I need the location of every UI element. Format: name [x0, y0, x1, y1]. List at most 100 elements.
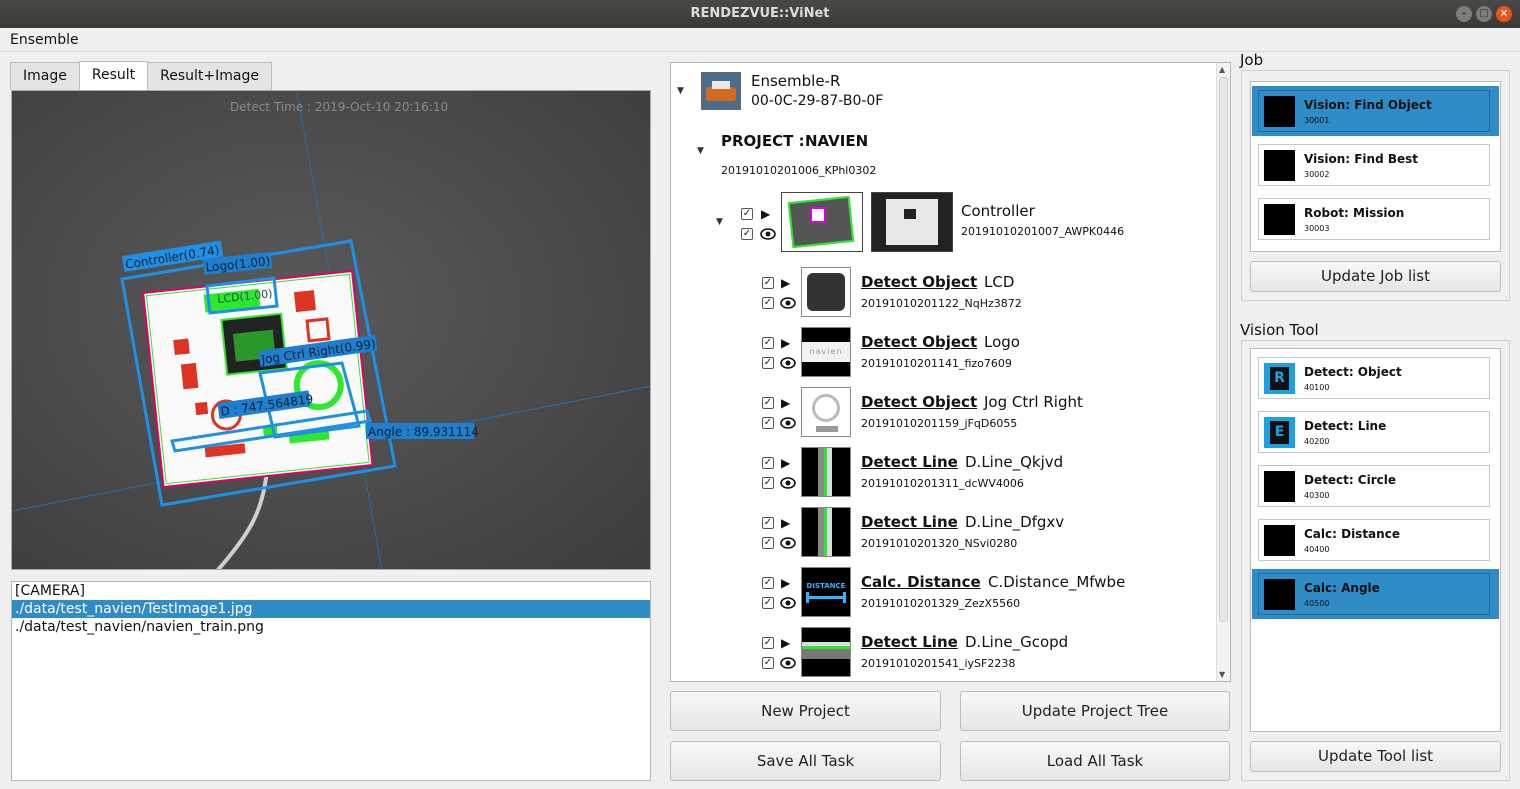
- tool-item[interactable]: R Detect: Object 40100: [1252, 353, 1499, 403]
- task-visible-checkbox[interactable]: ✓: [762, 297, 774, 309]
- tool-card: Calc: Angle 40500: [1258, 573, 1490, 615]
- play-icon[interactable]: ▶: [761, 208, 770, 220]
- task-visible-checkbox[interactable]: ✓: [762, 357, 774, 369]
- scroll-up-icon[interactable]: ▲: [1219, 65, 1225, 74]
- new-project-button[interactable]: New Project: [670, 691, 941, 731]
- collapse-arrow-icon[interactable]: ▼: [677, 86, 684, 96]
- task-visible-checkbox[interactable]: ✓: [762, 417, 774, 429]
- eye-icon[interactable]: [780, 417, 796, 429]
- device-icon: [701, 72, 741, 110]
- collapse-arrow-icon[interactable]: ▼: [716, 217, 723, 227]
- maximize-icon[interactable]: □: [1476, 6, 1492, 22]
- task-checkbox[interactable]: ✓: [762, 337, 774, 349]
- load-all-task-button[interactable]: Load All Task: [960, 741, 1230, 781]
- task-checkbox[interactable]: ✓: [762, 457, 774, 469]
- tool-code: 40300: [1304, 491, 1330, 500]
- task-checkbox[interactable]: ✓: [762, 517, 774, 529]
- task-checkbox[interactable]: ✓: [762, 397, 774, 409]
- eye-icon[interactable]: [760, 228, 776, 240]
- collapse-arrow-icon[interactable]: ▼: [697, 146, 704, 156]
- play-icon[interactable]: ▶: [781, 397, 790, 409]
- job-item[interactable]: Robot: Mission 30003: [1252, 194, 1499, 244]
- job-list[interactable]: Vision: Find Object 30001 Vision: Find B…: [1250, 81, 1501, 252]
- close-icon[interactable]: ×: [1496, 6, 1512, 22]
- job-item[interactable]: Vision: Find Best 30002: [1252, 140, 1499, 190]
- job-item[interactable]: Vision: Find Object 30001: [1252, 86, 1499, 136]
- update-tool-list-button[interactable]: Update Tool list: [1250, 741, 1501, 772]
- task-row[interactable]: ✓ ▶ ✓ Detect Object Jog Ctrl Right 20191…: [671, 387, 1211, 442]
- scroll-down-icon[interactable]: ▼: [1219, 670, 1225, 679]
- tool-card: R Detect: Object 40100: [1258, 357, 1490, 399]
- tool-title: Detect: Circle: [1304, 473, 1397, 487]
- eye-icon[interactable]: [780, 537, 796, 549]
- task-thumbnail: DISTANCE: [801, 567, 851, 617]
- project-tree[interactable]: ▼ Ensemble-R 00-0C-29-87-B0-0F ▼ PROJECT…: [670, 62, 1231, 682]
- task-row[interactable]: ✓ ▶ ✓ Detect Line D.Line_Dfgxv 201910102…: [671, 507, 1211, 562]
- play-icon[interactable]: ▶: [781, 457, 790, 469]
- play-icon[interactable]: ▶: [781, 637, 790, 649]
- logo-thumb-text: navien: [802, 342, 850, 362]
- task-checkbox[interactable]: ✓: [762, 277, 774, 289]
- image-source-list[interactable]: [CAMERA] ./data/test_navien/TestImage1.j…: [11, 581, 651, 781]
- result-image-viewer[interactable]: Controller(0.74) Logo(1.00) LCD(1.00) Jo…: [11, 90, 651, 570]
- task-row[interactable]: ✓ ▶ ✓ Detect Line D.Line_Gcopd 201910102…: [671, 627, 1211, 681]
- play-icon[interactable]: ▶: [781, 337, 790, 349]
- play-icon[interactable]: ▶: [781, 577, 790, 589]
- task-row[interactable]: ✓ ▶ ✓ navien Detect Object Logo 20191010…: [671, 327, 1211, 382]
- vision-tool-list[interactable]: R Detect: Object 40100 E Detect: Line 40…: [1250, 348, 1501, 732]
- eye-icon[interactable]: [780, 657, 796, 669]
- task-visible-checkbox[interactable]: ✓: [762, 657, 774, 669]
- controller-checkbox[interactable]: ✓: [741, 208, 753, 220]
- eye-icon[interactable]: [780, 357, 796, 369]
- update-project-tree-button[interactable]: Update Project Tree: [960, 691, 1230, 731]
- scroll-thumb[interactable]: [1219, 77, 1228, 622]
- task-row[interactable]: ✓ ▶ ✓ DISTANCE Calc. Distance C.Distance…: [671, 567, 1211, 622]
- tool-card: E Detect: Line 40200: [1258, 411, 1490, 453]
- eye-icon[interactable]: [780, 477, 796, 489]
- eye-icon[interactable]: [780, 297, 796, 309]
- save-all-task-button[interactable]: Save All Task: [670, 741, 941, 781]
- tab-image[interactable]: Image: [10, 62, 80, 90]
- tool-title: Calc: Angle: [1304, 581, 1380, 595]
- list-item[interactable]: [CAMERA]: [12, 582, 650, 600]
- menu-ensemble[interactable]: Ensemble: [10, 32, 79, 48]
- task-row[interactable]: ✓ ▶ ✓ Detect Object LCD 20191010201122_N…: [671, 267, 1211, 322]
- task-type: Detect Object: [861, 393, 978, 411]
- job-icon: [1264, 96, 1295, 127]
- task-checkbox[interactable]: ✓: [762, 637, 774, 649]
- task-visible-checkbox[interactable]: ✓: [762, 597, 774, 609]
- task-thumbnail: [801, 267, 851, 317]
- tool-item[interactable]: Detect: Circle 40300: [1252, 461, 1499, 511]
- tool-icon: [1264, 471, 1295, 502]
- task-type: Detect Line: [861, 513, 958, 531]
- list-item[interactable]: ./data/test_navien/navien_train.png: [12, 618, 650, 636]
- job-title: Vision: Find Object: [1304, 98, 1432, 112]
- device-name: Ensemble-R: [751, 72, 841, 90]
- task-visible-checkbox[interactable]: ✓: [762, 477, 774, 489]
- distance-thumb-text: DISTANCE: [806, 582, 846, 590]
- eye-icon[interactable]: [780, 597, 796, 609]
- list-item[interactable]: ./data/test_navien/TestImage1.jpg: [12, 600, 650, 618]
- job-card: Vision: Find Object 30001: [1258, 90, 1490, 132]
- tool-item[interactable]: Calc: Angle 40500: [1252, 569, 1499, 619]
- camera-image: Controller(0.74) Logo(1.00) LCD(1.00) Jo…: [12, 91, 650, 569]
- play-icon[interactable]: ▶: [781, 277, 790, 289]
- tab-result[interactable]: Result: [78, 61, 149, 90]
- tree-scrollbar[interactable]: ▲ ▼: [1216, 63, 1230, 681]
- play-icon[interactable]: ▶: [781, 517, 790, 529]
- task-row[interactable]: ✓ ▶ ✓ Detect Line D.Line_Qkjvd 201910102…: [671, 447, 1211, 502]
- update-job-list-button[interactable]: Update Job list: [1250, 261, 1501, 292]
- task-type: Detect Object: [861, 333, 978, 351]
- tool-icon: [1264, 525, 1295, 556]
- task-checkbox[interactable]: ✓: [762, 577, 774, 589]
- task-name: Logo: [984, 333, 1020, 351]
- tab-result-image[interactable]: Result+Image: [147, 62, 272, 90]
- controller-visible-checkbox[interactable]: ✓: [741, 228, 753, 240]
- tool-item[interactable]: E Detect: Line 40200: [1252, 407, 1499, 457]
- task-type: Detect Line: [861, 633, 958, 651]
- task-visible-checkbox[interactable]: ✓: [762, 537, 774, 549]
- minimize-icon[interactable]: –: [1456, 6, 1472, 22]
- task-id: 20191010201320_NSvi0280: [861, 537, 1018, 550]
- tool-item[interactable]: Calc: Distance 40400: [1252, 515, 1499, 565]
- device-mac: 00-0C-29-87-B0-0F: [751, 93, 884, 109]
